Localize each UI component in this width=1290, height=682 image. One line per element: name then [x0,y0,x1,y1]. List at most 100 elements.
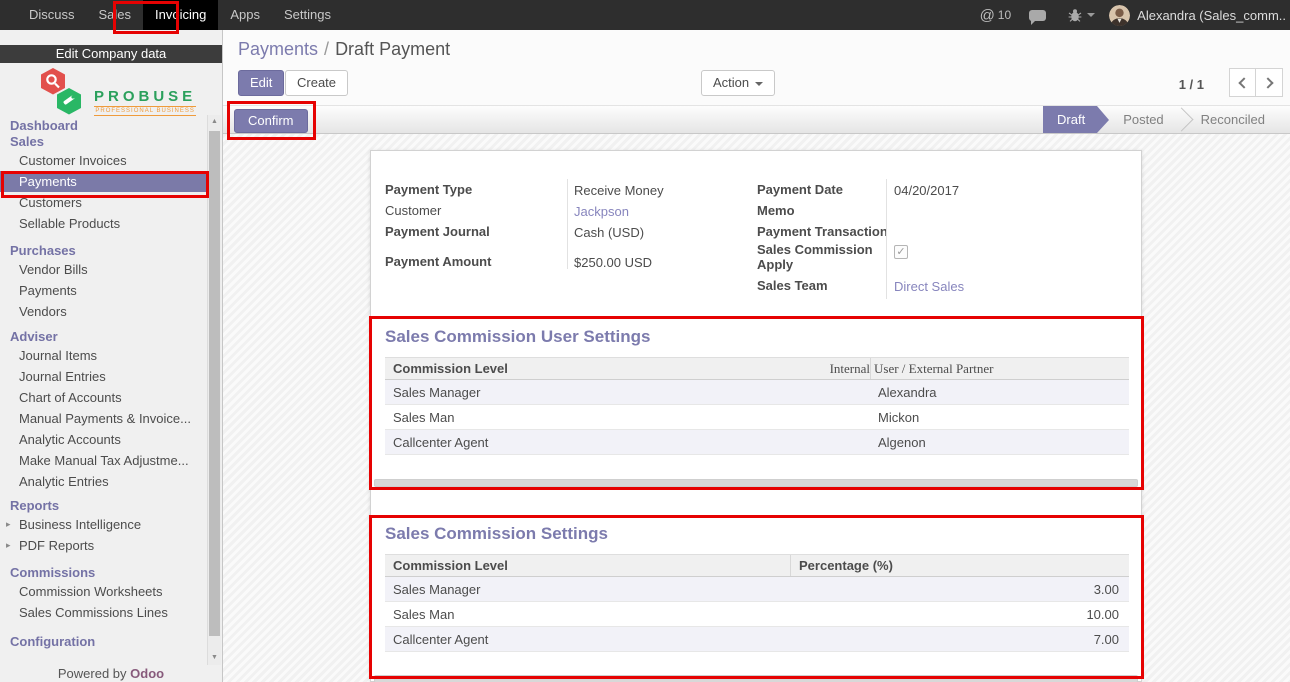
sidebar-item-make-manual-tax-adjustment[interactable]: Make Manual Tax Adjustme... [0,450,206,471]
table-row[interactable]: Sales Manager Alexandra [385,380,1129,405]
table-header-row: Commission Level Internal User / Externa… [385,357,1129,380]
pager-value: 1 / 1 [1179,77,1204,92]
sidebar-item-label: Business Intelligence [19,517,141,532]
menu-settings[interactable]: Settings [272,0,343,30]
column-internal[interactable]: Internal [830,361,870,377]
commission-level-cell: Callcenter Agent [385,435,870,450]
sidebar-item-commission-worksheets[interactable]: Commission Worksheets [0,581,206,602]
sidebar-item-manual-payments-invoices[interactable]: Manual Payments & Invoice... [0,408,206,429]
table-row[interactable]: Callcenter Agent 7.00 [385,627,1129,652]
breadcrumb-current: Draft Payment [335,39,450,59]
sidebar-item-vendor-bills[interactable]: Vendor Bills [0,259,206,280]
status-step-reconciled[interactable]: Reconciled [1183,106,1283,133]
menu-discuss[interactable]: Discuss [17,0,87,30]
payment-date-value: 04/20/2017 [894,183,959,198]
chevron-left-icon [1238,77,1249,88]
sidebar-item-chart-of-accounts[interactable]: Chart of Accounts [0,387,206,408]
table-row[interactable]: Sales Manager 3.00 [385,577,1129,602]
avatar-image [1109,5,1130,26]
pager-next-button[interactable] [1256,68,1283,97]
column-commission-level[interactable]: Commission Level [393,558,508,573]
form-view-background: Payment Type Receive Money Customer Jack… [223,134,1290,682]
commission-level-cell: Callcenter Agent [385,632,790,647]
table-horizontal-scrollbar[interactable] [374,479,1138,487]
powered-by-text: Powered by [58,666,130,681]
breadcrumb-separator: / [324,39,329,59]
field-separator [886,179,887,299]
sidebar-item-vendor-payments[interactable]: Payments [0,280,206,301]
mentions-counter[interactable]: @ 10 [980,7,1012,24]
sidebar-item-analytic-accounts[interactable]: Analytic Accounts [0,429,206,450]
messages-icon[interactable] [1029,10,1046,21]
debug-menu[interactable] [1068,8,1095,22]
user-cell: Mickon [870,410,1129,425]
sidebar-item-journal-items[interactable]: Journal Items [0,345,206,366]
scrollbar-thumb[interactable] [209,131,220,636]
sidebar-item-dashboard[interactable]: Dashboard [0,118,206,134]
table-horizontal-scrollbar[interactable] [374,675,1138,682]
powered-by-odoo: Powered by Odoo [0,666,222,681]
sidebar-item-business-intelligence[interactable]: ▸ Business Intelligence [0,514,206,535]
edit-button[interactable]: Edit [238,70,284,96]
table-row[interactable]: Sales Man Mickon [385,405,1129,430]
main-panel: Payments / Draft Payment Edit Create Actio… [223,30,1290,682]
customer-value-link[interactable]: Jackpson [574,204,629,219]
column-percentage[interactable]: Percentage (%) [799,558,893,573]
menu-invoicing[interactable]: Invoicing [143,0,218,30]
odoo-brand[interactable]: Odoo [130,666,164,681]
sidebar-group-reports[interactable]: Reports [0,498,206,514]
expand-caret-icon[interactable]: ▸ [6,514,11,535]
topbar-right-tools: @ 10 Alexandra (Sales_ [980,0,1290,30]
debug-caret-icon [1087,13,1095,17]
bug-icon [1068,8,1082,22]
company-logo: PROBUSE PROFESSIONAL BUSINESS [38,66,198,118]
payment-type-label: Payment Type [385,182,472,197]
commission-level-cell: Sales Man [385,607,790,622]
sidebar-group-commissions[interactable]: Commissions [0,565,206,581]
mention-count: 10 [998,8,1011,22]
sidebar-item-label: PDF Reports [19,538,94,553]
payment-transaction-label: Payment Transaction [757,224,888,239]
breadcrumb-payments-link[interactable]: Payments [238,39,318,59]
user-menu[interactable]: Alexandra (Sales_comm.. [1137,8,1286,23]
sales-team-value-link[interactable]: Direct Sales [894,279,964,294]
payment-type-value: Receive Money [574,183,664,198]
sidebar-item-payments[interactable]: Payments [0,171,206,192]
dropdown-caret-icon [755,82,763,86]
payment-journal-value: Cash (USD) [574,225,644,240]
menu-apps[interactable]: Apps [218,0,272,30]
sidebar-item-analytic-entries[interactable]: Analytic Entries [0,471,206,492]
sidebar-group-purchases[interactable]: Purchases [0,243,206,259]
sidebar-group-sales[interactable]: Sales [0,134,206,150]
sidebar-group-adviser[interactable]: Adviser [0,329,206,345]
table-row[interactable]: Callcenter Agent Algenon [385,430,1129,455]
menu-sales[interactable]: Sales [87,0,144,30]
table-row[interactable]: Sales Man 10.00 [385,602,1129,627]
scroll-down-icon[interactable]: ▼ [208,651,221,665]
edit-company-data-button[interactable]: Edit Company data [0,45,222,63]
sidebar-item-journal-entries[interactable]: Journal Entries [0,366,206,387]
scroll-up-icon[interactable]: ▲ [208,115,221,129]
pager-previous-button[interactable] [1229,68,1256,97]
status-steps: Draft Posted Reconciled [1043,106,1283,133]
column-user-external-partner[interactable]: User / External Partner [874,361,993,377]
sidebar-item-customers[interactable]: Customers [0,192,206,213]
create-button[interactable]: Create [285,70,348,96]
sales-commission-apply-label: Sales Commission Apply [757,242,887,272]
sidebar-group-configuration[interactable]: Configuration [0,634,206,650]
confirm-button[interactable]: Confirm [234,109,308,133]
column-commission-level[interactable]: Commission Level [393,361,508,376]
action-dropdown-button[interactable]: Action [701,70,775,96]
sidebar: Edit Company data PROBUSE PROFESSIONAL B… [0,30,223,682]
sidebar-scrollbar[interactable]: ▲ ▼ [207,115,221,665]
expand-caret-icon[interactable]: ▸ [6,535,11,556]
sales-commission-apply-checkbox[interactable]: ✓ [894,245,908,259]
sidebar-item-vendors[interactable]: Vendors [0,301,206,322]
sidebar-item-sellable-products[interactable]: Sellable Products [0,213,206,234]
pager [1229,68,1283,97]
section-title-user-settings: Sales Commission User Settings [385,327,650,347]
sidebar-item-pdf-reports[interactable]: ▸ PDF Reports [0,535,206,556]
sidebar-item-customer-invoices[interactable]: Customer Invoices [0,150,206,171]
user-avatar[interactable] [1109,5,1130,26]
sidebar-item-sales-commissions-lines[interactable]: Sales Commissions Lines [0,602,206,623]
